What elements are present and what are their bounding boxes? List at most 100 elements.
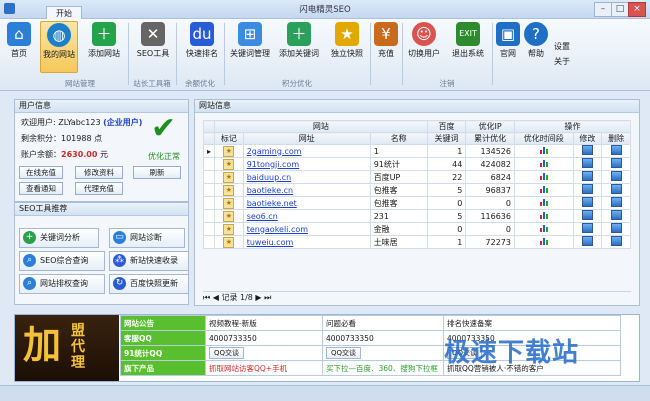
chart-icon[interactable] [539,172,548,180]
chart-icon[interactable] [539,211,548,219]
snapshot-update-button[interactable]: ↻ 百度快照更新 [109,274,189,294]
snapshot-button[interactable]: ★ 独立快照 [328,21,366,71]
star-icon[interactable]: ★ [223,171,235,183]
delete-icon[interactable] [610,145,622,155]
record-link[interactable]: 排名快速备案 [443,315,621,331]
product-link[interactable]: 抓取网站访客QQ+手机 [205,360,323,376]
star-icon[interactable]: ★ [223,158,235,170]
notice-link[interactable]: 视频教程-新版 [205,315,323,331]
delete-icon[interactable] [610,171,622,181]
chart-icon[interactable] [539,198,548,206]
table-row[interactable]: ★ 91tongji.com 91统计 44 424082 [202,157,631,171]
minimize-button[interactable]: – [594,2,612,17]
edit-icon[interactable] [581,145,593,155]
about-link[interactable]: 关于 [554,54,570,69]
table-row[interactable]: ★ tuweiu.com 土味居 1 72273 [202,235,631,249]
chart-icon[interactable] [539,237,548,245]
recharge-button[interactable]: ¥ 充值 [374,21,398,71]
home-button[interactable]: ⌂ 首页 [2,21,36,71]
site-url[interactable]: 2gaming.com [242,144,371,158]
table-row[interactable]: ★ seo6.cn 231 5 116636 [202,209,631,223]
close-button[interactable]: × [628,2,646,17]
star-icon[interactable]: ★ [223,197,235,209]
qq-chat-button[interactable]: QQ交谈 [326,347,362,359]
add-site-button[interactable]: ＋添加网站 [84,21,124,71]
column-header[interactable]: 关键词 [426,132,467,145]
column-header[interactable]: 修改 [572,132,603,145]
star-icon[interactable]: ★ [223,145,235,157]
total-optimized: 424082 [465,157,515,171]
site-url[interactable]: 91tongji.com [242,157,371,171]
refresh-button[interactable]: 刷新 [133,166,181,179]
keyword-manage-button[interactable]: ⊞ 关键词管理 [228,21,272,71]
table-row[interactable]: ★ baiduup.cn 百度UP 22 6824 [202,170,631,184]
edit-icon[interactable] [581,197,593,207]
edit-icon[interactable] [581,223,593,233]
view-notice-button[interactable]: 查看通知 [19,182,63,195]
fast-index-button[interactable]: ⁂ 新站快速收录 [109,251,189,271]
column-header[interactable]: 标记 [214,132,244,145]
maximize-button[interactable]: □ [611,2,629,17]
star-icon[interactable]: ★ [223,184,235,196]
site-url[interactable]: baotieke.cn [242,183,371,197]
agent-banner[interactable]: 加 盟代理 [15,315,119,381]
table-row[interactable]: ★ baotieke.net 包推客 0 0 [202,196,631,210]
side-links: 设置 关于 [554,39,570,69]
qq-chat-button[interactable]: QQ交谈 [209,347,245,359]
column-header[interactable]: 优化时间段 [513,132,574,145]
exit-button[interactable]: EXIT 退出系统 [448,21,488,71]
column-header[interactable]: 网址 [242,132,371,145]
next-page-button[interactable]: ▶ [255,293,261,302]
edit-icon[interactable] [581,184,593,194]
delete-icon[interactable] [610,210,622,220]
weight-query-button[interactable]: ⌕ 网站排权查询 [19,274,105,294]
delete-icon[interactable] [610,223,622,233]
table-row[interactable]: ★ baotieke.cn 包推客 5 96837 [202,183,631,197]
my-sites-button[interactable]: ◍ 我的网站 [40,21,78,73]
edit-icon[interactable] [581,236,593,246]
delete-icon[interactable] [610,158,622,168]
star-icon[interactable]: ★ [223,236,235,248]
star-icon[interactable]: ★ [223,210,235,222]
last-page-button[interactable]: ⏭ [264,293,271,302]
table-row[interactable]: ▸ ★ 2gaming.com 1 1 134526 [202,144,631,158]
online-recharge-button[interactable]: 在线充值 [19,166,63,179]
column-header[interactable]: 名称 [369,132,428,145]
star-icon[interactable]: ★ [223,223,235,235]
edit-icon[interactable] [581,171,593,181]
seo-tools-button[interactable]: ✕ SEO工具 [134,21,172,71]
chart-icon[interactable] [539,146,548,154]
delete-icon[interactable] [610,184,622,194]
site-url[interactable]: baiduup.cn [242,170,371,184]
seo-query-button[interactable]: ⌕ SEO综合查询 [19,251,105,271]
faq-link[interactable]: 问题必看 [322,315,444,331]
agent-recharge-button[interactable]: 代理充值 [75,182,123,195]
site-url[interactable]: tuweiu.com [242,235,371,249]
site-url[interactable]: baotieke.net [242,196,371,210]
chart-icon[interactable] [539,224,548,232]
edit-icon[interactable] [581,158,593,168]
help-button[interactable]: ? 帮助 [524,21,548,71]
fast-rank-button[interactable]: du 快速排名 [182,21,222,71]
site-url[interactable]: tengaokeli.com [242,222,371,236]
first-page-button[interactable]: ⏮ [203,293,210,302]
edit-icon[interactable] [581,210,593,220]
delete-icon[interactable] [610,236,622,246]
delete-icon[interactable] [610,197,622,207]
site-diagnose-button[interactable]: ▭ 网站诊断 [109,228,185,248]
table-row[interactable]: ★ tengaokeli.com 金融 0 0 [202,222,631,236]
edit-profile-button[interactable]: 修改资料 [75,166,123,179]
chart-icon[interactable] [539,159,548,167]
switch-user-button[interactable]: ☺ 切换用户 [404,21,444,71]
keyword-analysis-button[interactable]: + 关键词分析 [19,228,99,248]
group-header-baidu: 百度 [426,120,467,133]
settings-link[interactable]: 设置 [554,39,570,54]
prev-page-button[interactable]: ◀ [213,293,219,302]
official-site-button[interactable]: ▣ 官网 [496,21,520,71]
column-header[interactable]: 删除 [601,132,631,145]
column-header[interactable]: 累计优化 [465,132,515,145]
add-keyword-button[interactable]: ＋添加关键词 [276,21,322,71]
product-link[interactable]: 买下拉—百度、360、搜狗下拉框 [322,360,444,376]
chart-icon[interactable] [539,185,548,193]
site-url[interactable]: seo6.cn [242,209,371,223]
